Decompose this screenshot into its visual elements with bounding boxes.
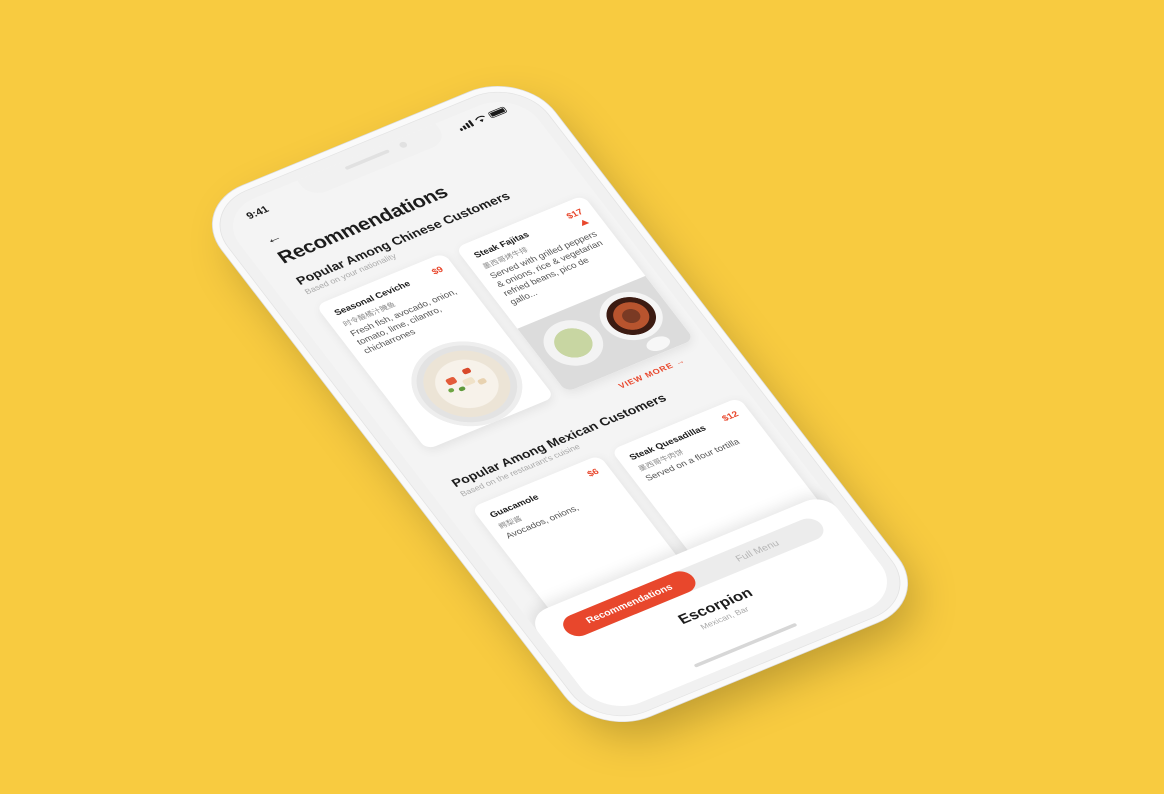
home-indicator[interactable] <box>693 622 798 668</box>
trending-up-icon <box>578 218 590 226</box>
front-camera <box>397 140 409 149</box>
wifi-icon <box>475 115 485 122</box>
speaker-grille <box>344 149 391 171</box>
dish-price: $9 <box>429 264 446 277</box>
phone-screen: 9:41 ← Recommendations Popular Among Chi… <box>216 90 904 718</box>
signal-icon <box>457 119 475 132</box>
status-time: 9:41 <box>243 203 272 222</box>
ceviche-photo <box>390 326 544 441</box>
phone-device: 9:41 ← Recommendations Popular Among Chi… <box>200 78 920 731</box>
dish-price: $6 <box>584 466 601 479</box>
scene: 9:41 ← Recommendations Popular Among Chi… <box>0 0 1164 794</box>
dish-price: $12 <box>719 408 741 424</box>
status-icons <box>457 106 508 132</box>
arrow-right-icon: → <box>673 356 688 368</box>
battery-icon <box>487 106 508 119</box>
dish-description: Avocados, onions, <box>503 502 581 541</box>
